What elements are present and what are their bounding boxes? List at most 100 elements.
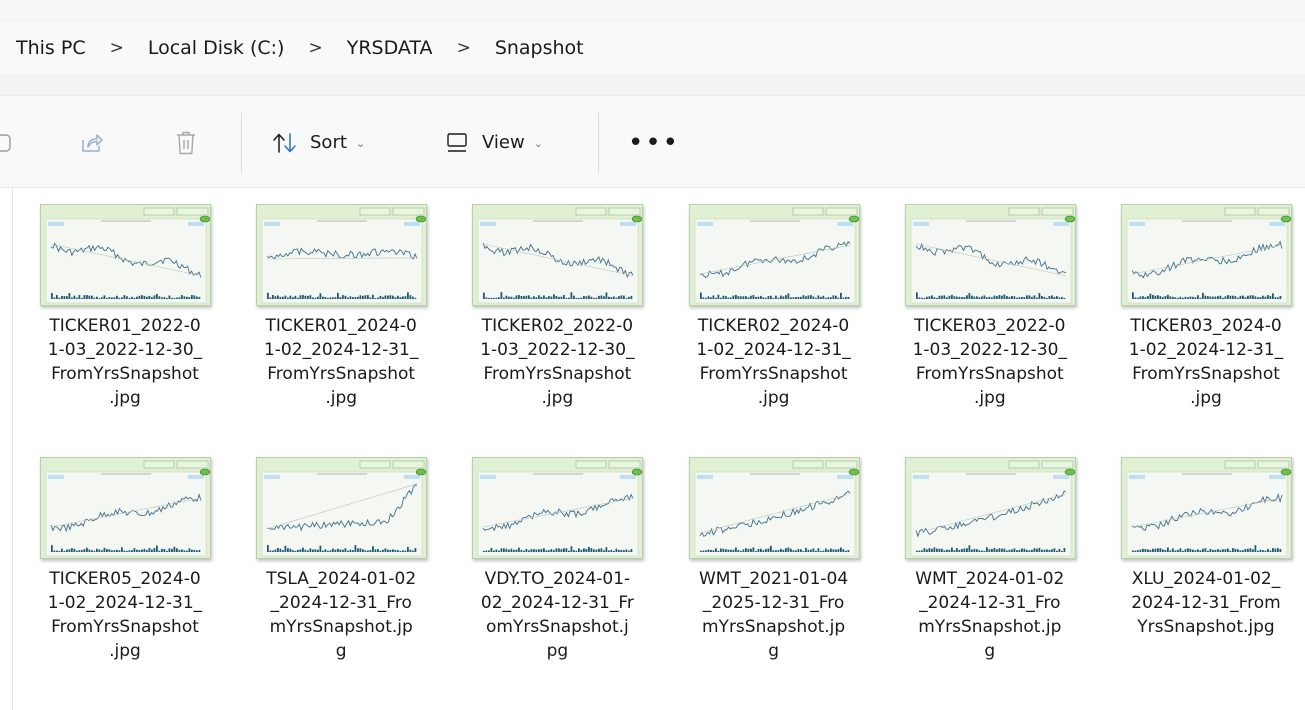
thumbnail-volume-bar [111,297,113,299]
thumbnail-volume-bar [1274,297,1277,299]
breadcrumb-item-snapshot[interactable]: Snapshot [471,37,584,59]
thumbnail-volume-bar [382,296,384,299]
breadcrumb-separator-icon[interactable]: > [284,38,322,58]
thumbnail-badge-icon [1280,468,1291,476]
file-item[interactable]: TICKER05_2024-0 1-02_2024-12-31_ FromYrsSn… [23,441,227,691]
thumbnail-volume-bar [1060,550,1063,552]
thumbnail-volume-bar [965,295,968,299]
rename-button[interactable] [0,96,12,189]
thumbnail-volume-bar [1010,549,1013,552]
thumbnail-volume-bar [505,295,508,299]
thumbnail-volume-bar [106,297,108,299]
share-icon [80,131,104,155]
thumbnail-volume-bar [86,295,88,299]
thumbnail-volume-bar [1219,295,1222,299]
breadcrumb-separator-icon[interactable]: > [86,38,124,58]
thumbnail-volume-bar [827,297,829,299]
thumbnail-volume-bar [1169,296,1172,299]
view-button[interactable]: View ⌄ [446,96,543,189]
thumbnail-volume-bar [1033,548,1036,552]
file-item[interactable]: TICKER01_2022-0 1-03_2022-12-30_ FromYrsSn… [23,188,227,438]
file-item[interactable]: TICKER03_2022-0 1-03_2022-12-30_ FromYrsSn… [888,188,1092,438]
thumbnail-volume-bar [302,547,304,552]
file-item[interactable]: XLU_2024-01-02_ 2024-12-31_From YrsSnapsho… [1104,441,1305,691]
thumbnail-volume-bar [832,549,834,552]
thumbnail-volume-bar [782,549,784,552]
thumbnail-volume-bar [1018,297,1021,299]
thumbnail-volume-bar [196,296,198,299]
breadcrumb-item-yrsdata[interactable]: YRSDATA [323,37,433,59]
file-item[interactable]: TSLA_2024-01-02 _2024-12-31_Fro mYrsSnapsh… [239,441,443,691]
thumbnail-volume-bar [980,550,983,552]
thumbnail-volume-bar [359,295,362,299]
delete-button[interactable] [174,96,198,189]
thumbnail-volume-bar [76,297,78,299]
thumbnail-volume-bar [1204,548,1207,552]
trash-icon [174,130,198,156]
thumbnail-volume-bar [742,549,744,552]
thumbnail-volume-bar [196,550,198,552]
thumbnail-volume-bar [812,548,814,552]
thumbnail-tag-icon [1129,475,1145,479]
file-name-label: TICKER03_2024-0 1-02_2024-12-31_ FromYrsSn… [1104,314,1305,410]
thumbnail-volume-bar [814,550,817,552]
thumbnail-volume-bar [91,550,93,552]
breadcrumb-item-this-pc[interactable]: This PC [0,37,86,59]
share-button[interactable] [80,96,104,189]
thumbnail-badge-icon [848,468,859,476]
thumbnail-volume-bar [1182,550,1184,552]
thumbnail-volume-bar [727,549,729,552]
file-name-label: VDY.TO_2024-01- 02_2024-12-31_Fr omYrsSnap… [455,567,659,663]
thumbnail-volume-bar [618,296,621,299]
thumbnail-volume-bar [985,547,988,552]
file-item[interactable]: TICKER02_2024-0 1-02_2024-12-31_ FromYrsSn… [672,188,876,438]
thumbnail-tag-icon [620,475,637,479]
thumbnail-volume-bar [414,548,417,552]
breadcrumb-item-local-disk[interactable]: Local Disk (C:) [124,37,285,59]
thumbnail-volume-bar [367,295,369,299]
thumbnail-volume-bar [995,296,998,299]
thumbnail-volume-bar [812,296,814,299]
thumbnail-volume-bar [483,550,486,552]
breadcrumb[interactable]: This PC > Local Disk (C:) > YRSDATA > Sn… [0,22,1305,74]
thumbnail-volume-bar [307,550,309,552]
thumbnail-volume-bar [156,545,158,552]
breadcrumb-separator-icon[interactable]: > [433,38,471,58]
more-options-button[interactable]: ••• [628,96,680,189]
sort-button[interactable]: Sort ⌄ [272,96,365,189]
file-item[interactable]: TICKER01_2024-0 1-02_2024-12-31_ FromYrsSn… [239,188,443,438]
thumbnail-button-icon [825,460,857,469]
thumbnail-volume-bar [1217,296,1219,299]
thumbnail-volume-bar [928,296,931,299]
file-name-line: .jpg [325,388,358,408]
file-item[interactable]: WMT_2024-01-02 _2024-12-31_Fro mYrsSnapsho… [888,441,1092,691]
thumbnail-button-icon [392,460,425,469]
file-item[interactable]: TICKER02_2022-0 1-03_2022-12-30_ FromYrsSn… [455,188,659,438]
thumbnail-volume-bar [1055,296,1058,299]
thumbnail-volume-bar [940,295,943,299]
thumbnail-volume-bar [299,549,302,552]
thumbnail-volume-bar [533,296,536,299]
thumbnail-volume-bar [699,292,702,299]
thumbnail-volume-bar [1244,549,1247,552]
thumbnail-volume-bar [844,550,847,552]
thumbnail-volume-bar [188,548,191,552]
thumbnail-volume-bar [88,295,91,299]
thumbnail-volume-bar [839,292,842,299]
thumbnail-volume-bar [1232,295,1234,299]
file-item[interactable]: TICKER03_2024-0 1-02_2024-12-31_ FromYrsSn… [1104,188,1305,438]
thumbnail-volume-bar [955,296,958,299]
file-item[interactable]: WMT_2021-01-04 _2025-12-31_Fro mYrsSnapsho… [672,441,876,691]
thumbnail-volume-bar [719,297,722,299]
thumbnail-volume-bar [754,550,757,552]
thumbnail-volume-bar [329,550,332,552]
thumbnail-volume-bar [183,550,186,552]
thumbnail-tag-icon [912,222,929,226]
thumbnail-button-icon [1008,460,1040,469]
thumbnail-volume-bar [555,295,558,299]
thumbnail-volume-bar [178,297,181,299]
thumbnail-volume-bar [699,550,702,552]
file-item[interactable]: VDY.TO_2024-01- 02_2024-12-31_Fr omYrsSnap… [455,441,659,691]
thumbnail-volume-bar [1237,297,1239,299]
thumbnail-volume-bar [799,549,802,552]
